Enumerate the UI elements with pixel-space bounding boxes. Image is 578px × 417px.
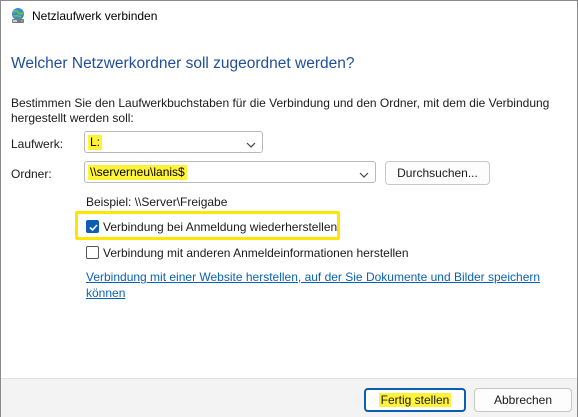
finish-button-label: Fertig stellen — [378, 393, 452, 407]
dialog-footer: Fertig stellen Abbrechen — [1, 378, 577, 417]
website-connect-link[interactable]: Verbindung mit einer Website herstellen,… — [86, 269, 556, 301]
chevron-down-icon[interactable] — [246, 138, 256, 148]
drive-select[interactable]: L: — [84, 131, 263, 153]
network-drive-icon — [9, 7, 27, 25]
drive-label: Laufwerk: — [11, 137, 64, 151]
other-credentials-label[interactable]: Verbindung mit anderen Anmeldeinformatio… — [103, 246, 409, 260]
folder-input-value: \\serverneu\lanis$ — [88, 165, 187, 180]
browse-button[interactable]: Durchsuchen... — [385, 161, 490, 185]
cancel-button[interactable]: Abbrechen — [474, 388, 572, 412]
folder-label: Ordner: — [11, 167, 52, 181]
reconnect-label[interactable]: Verbindung bei Anmeldung wiederherstelle… — [103, 220, 337, 234]
example-text: Beispiel: \\Server\Freigabe — [86, 195, 228, 209]
reconnect-checkbox[interactable] — [86, 220, 99, 233]
drive-select-value: L: — [88, 135, 103, 150]
folder-input[interactable]: \\serverneu\lanis$ — [84, 161, 376, 183]
page-heading: Welcher Netzwerkordner soll zugeordnet w… — [11, 55, 355, 72]
title-bar[interactable]: Netzlaufwerk verbinden — [1, 1, 577, 31]
finish-button[interactable]: Fertig stellen — [364, 388, 466, 412]
other-credentials-checkbox[interactable] — [86, 246, 99, 259]
dialog-window: Netzlaufwerk verbinden Welcher Netzwerko… — [0, 0, 578, 417]
instructions-text: Bestimmen Sie den Laufwerkbuchstaben für… — [11, 96, 550, 125]
window-title: Netzlaufwerk verbinden — [32, 9, 158, 23]
chevron-down-icon[interactable] — [359, 168, 369, 178]
